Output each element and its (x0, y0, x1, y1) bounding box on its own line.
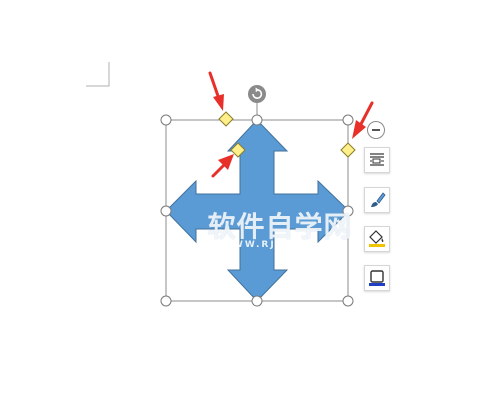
resize-handle-top[interactable] (251, 114, 263, 126)
shape-fill-button[interactable] (364, 226, 390, 252)
annotation-arrow-icon (208, 71, 224, 111)
text-wrap-icon (370, 153, 384, 166)
document-canvas: 软件自学网 WWW.RJZXW.COM (0, 0, 483, 416)
page-margin-corner-mark (86, 62, 110, 87)
rotate-handle-icon[interactable] (248, 85, 266, 103)
annotation-arrow-icon (211, 154, 234, 178)
resize-handle-top-left[interactable] (160, 114, 172, 126)
adjust-handle-top[interactable] (218, 111, 234, 127)
paint-bucket-icon (369, 230, 385, 247)
minus-circle-icon[interactable] (367, 121, 385, 139)
resize-handle-bottom[interactable] (251, 295, 263, 307)
shape-outline-button[interactable] (364, 265, 390, 291)
resize-handle-right[interactable] (342, 205, 354, 217)
shape-style-button[interactable] (364, 187, 390, 213)
brush-icon (371, 192, 386, 207)
adjust-handle-right[interactable] (340, 142, 356, 158)
resize-handle-bottom-left[interactable] (160, 295, 172, 307)
resize-handle-top-right[interactable] (342, 114, 354, 126)
quad-arrow-shape[interactable] (165, 119, 350, 302)
resize-handle-left[interactable] (160, 205, 172, 217)
resize-handle-bottom-right[interactable] (342, 295, 354, 307)
layout-options-button[interactable] (364, 147, 390, 173)
drawing-layer (86, 62, 374, 307)
outline-square-icon (369, 270, 385, 286)
